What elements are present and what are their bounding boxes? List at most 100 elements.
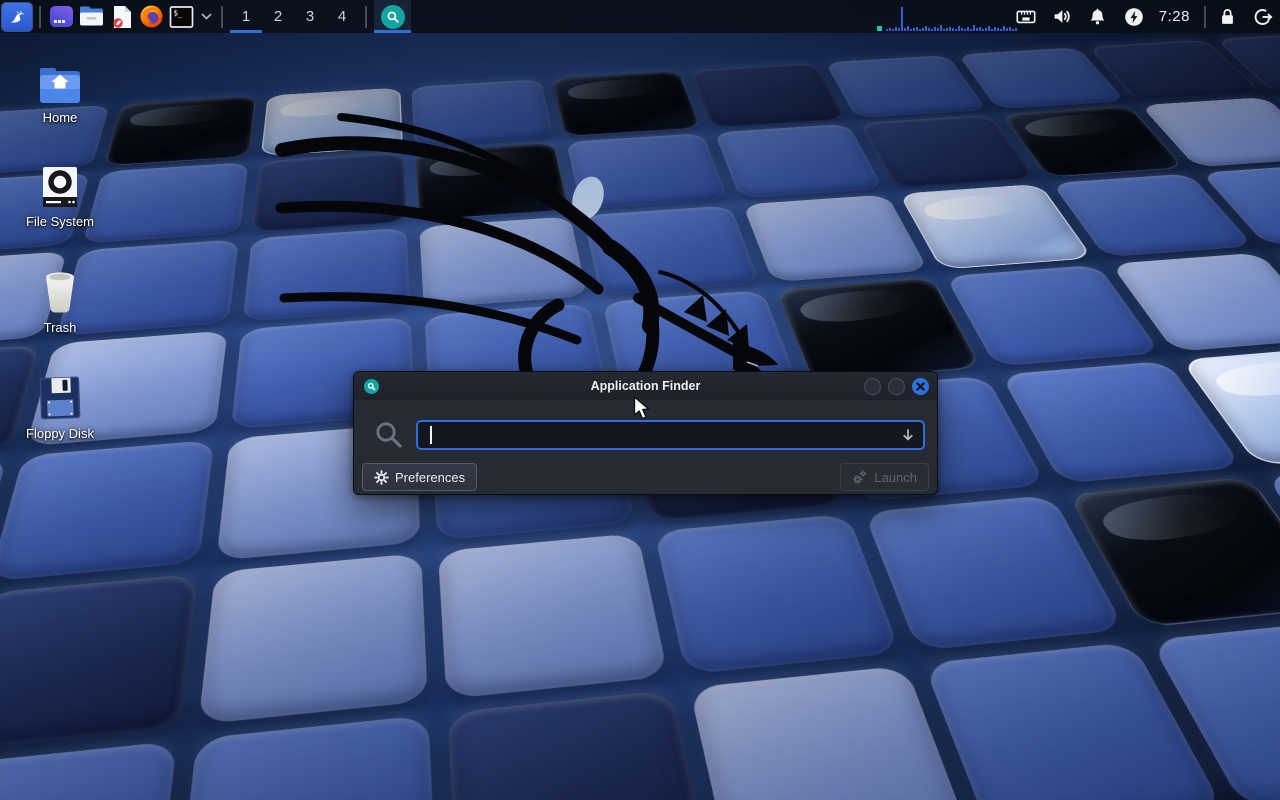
application-finder-window: Application Finder	[353, 371, 938, 495]
chevron-down-icon	[201, 13, 212, 20]
network-tray-button[interactable]	[1015, 6, 1037, 28]
workspace-button-3[interactable]: 3	[294, 0, 326, 33]
wallpaper-cube	[198, 553, 427, 724]
window-icon	[364, 379, 379, 394]
panel-separator	[221, 6, 223, 28]
firefox-launcher[interactable]	[138, 3, 165, 31]
workspace-label: 3	[306, 8, 314, 25]
maximize-button[interactable]	[888, 378, 905, 395]
power-manager-tray-button[interactable]	[1123, 6, 1145, 28]
wallpaper-cube	[742, 194, 928, 282]
app-finder-task-icon	[381, 5, 405, 29]
cpu-graph-bar	[994, 27, 996, 31]
lock-screen-button[interactable]	[1216, 6, 1238, 28]
cpu-graph-bar	[901, 7, 903, 31]
bell-icon	[1087, 6, 1108, 28]
cpu-graph-bar	[1009, 27, 1011, 31]
cpu-graph-bar	[907, 26, 909, 31]
wallpaper-cube	[437, 533, 667, 699]
terminal-launcher[interactable]: $_	[168, 3, 195, 31]
desktop-icon-label: Home	[12, 110, 108, 125]
desktop-icon-floppy-disk[interactable]: Floppy Disk	[12, 372, 108, 441]
wallpaper-cube	[0, 440, 214, 582]
applications-menu-button[interactable]	[2, 3, 32, 31]
cpu-graph-bar	[1003, 26, 1005, 31]
desktop-icon-home[interactable]: Home	[12, 56, 108, 125]
cpu-graph-bar	[1006, 28, 1008, 31]
wallpaper-cube	[415, 143, 569, 221]
cpu-graph-bar	[1012, 29, 1014, 31]
cpu-graph-bar	[886, 29, 888, 31]
volume-tray-button[interactable]	[1051, 6, 1073, 28]
wallpaper-cube	[252, 152, 406, 232]
cpu-graph-bar	[961, 28, 963, 31]
panel-separator	[39, 6, 41, 28]
wallpaper-cube	[411, 79, 553, 146]
cpu-graph-bar	[991, 29, 993, 31]
cpu-graph-bar	[979, 27, 981, 31]
workspace-label: 1	[242, 8, 250, 25]
cpu-graph-bar	[889, 28, 891, 31]
hard-drive-icon	[12, 160, 108, 208]
notifications-tray-button[interactable]	[1087, 6, 1109, 28]
wallpaper-cube	[0, 573, 197, 750]
wallpaper-cube	[419, 216, 587, 308]
dropdown-arrow-icon[interactable]	[901, 428, 915, 442]
cpu-graph-bar	[952, 28, 954, 31]
minimize-button[interactable]	[864, 378, 881, 395]
wallpaper-cube	[551, 71, 700, 137]
cpu-graph-marker	[877, 26, 882, 31]
clock[interactable]: 7:28	[1159, 8, 1190, 25]
window-titlebar[interactable]: Application Finder	[354, 372, 937, 400]
workspace-button-4[interactable]: 4	[326, 0, 358, 33]
cpu-graph-bar	[973, 25, 975, 31]
console-launcher[interactable]	[48, 3, 75, 31]
cpu-graph-bar	[940, 25, 942, 31]
search-input[interactable]	[416, 420, 925, 450]
wallpaper-cube	[175, 714, 437, 800]
cpu-graph-bar	[895, 27, 897, 31]
file-manager-launcher[interactable]	[78, 3, 105, 31]
cpu-graph-bar	[910, 29, 912, 31]
cpu-graph-bar	[943, 29, 945, 31]
wallpaper-cube	[653, 513, 900, 674]
cpu-graph-bar	[982, 29, 984, 31]
close-button[interactable]	[912, 378, 929, 395]
preferences-button[interactable]: Preferences	[362, 463, 477, 491]
workspace-button-2[interactable]: 2	[262, 0, 294, 33]
power-manager-icon	[1123, 6, 1145, 28]
desktop-icon-file-system[interactable]: File System	[12, 160, 108, 229]
text-editor-icon	[111, 5, 133, 29]
cpu-graph-bar	[964, 29, 966, 31]
logout-button[interactable]	[1252, 6, 1274, 28]
top-panel: $_ 1 2 3 4	[0, 0, 1280, 33]
cpu-graph-widget[interactable]	[873, 0, 1015, 33]
wallpaper-cube	[689, 63, 845, 127]
cpu-graph-bar	[913, 28, 915, 31]
text-editor-launcher[interactable]	[108, 3, 135, 31]
wallpaper-cube	[689, 665, 972, 800]
cpu-graph-bar	[949, 27, 951, 31]
text-caret	[430, 426, 432, 444]
workspace-label: 4	[338, 8, 346, 25]
cpu-graph-bar	[928, 28, 930, 31]
workspace-button-1[interactable]: 1	[230, 0, 262, 33]
launcher-dropdown-button[interactable]	[198, 3, 214, 31]
desktop-icon-label: Floppy Disk	[12, 426, 108, 441]
search-icon	[374, 420, 404, 450]
console-icon	[50, 6, 73, 27]
launch-button[interactable]: Launch	[840, 463, 929, 491]
wallpaper-cube	[714, 124, 884, 199]
wallpaper-cube	[582, 205, 759, 295]
panel-separator	[1204, 6, 1206, 28]
desktop-icon-trash[interactable]: Trash	[12, 266, 108, 335]
wallpaper-cube	[242, 228, 409, 322]
window-title: Application Finder	[354, 379, 937, 393]
cpu-graph-bar	[958, 26, 960, 31]
cpu-graph-bar	[898, 28, 900, 31]
close-icon	[916, 382, 925, 391]
cpu-graph-bar	[988, 26, 990, 31]
home-folder-icon	[12, 56, 108, 104]
taskbar-app-finder-button[interactable]	[374, 0, 411, 33]
logout-icon	[1252, 6, 1274, 28]
